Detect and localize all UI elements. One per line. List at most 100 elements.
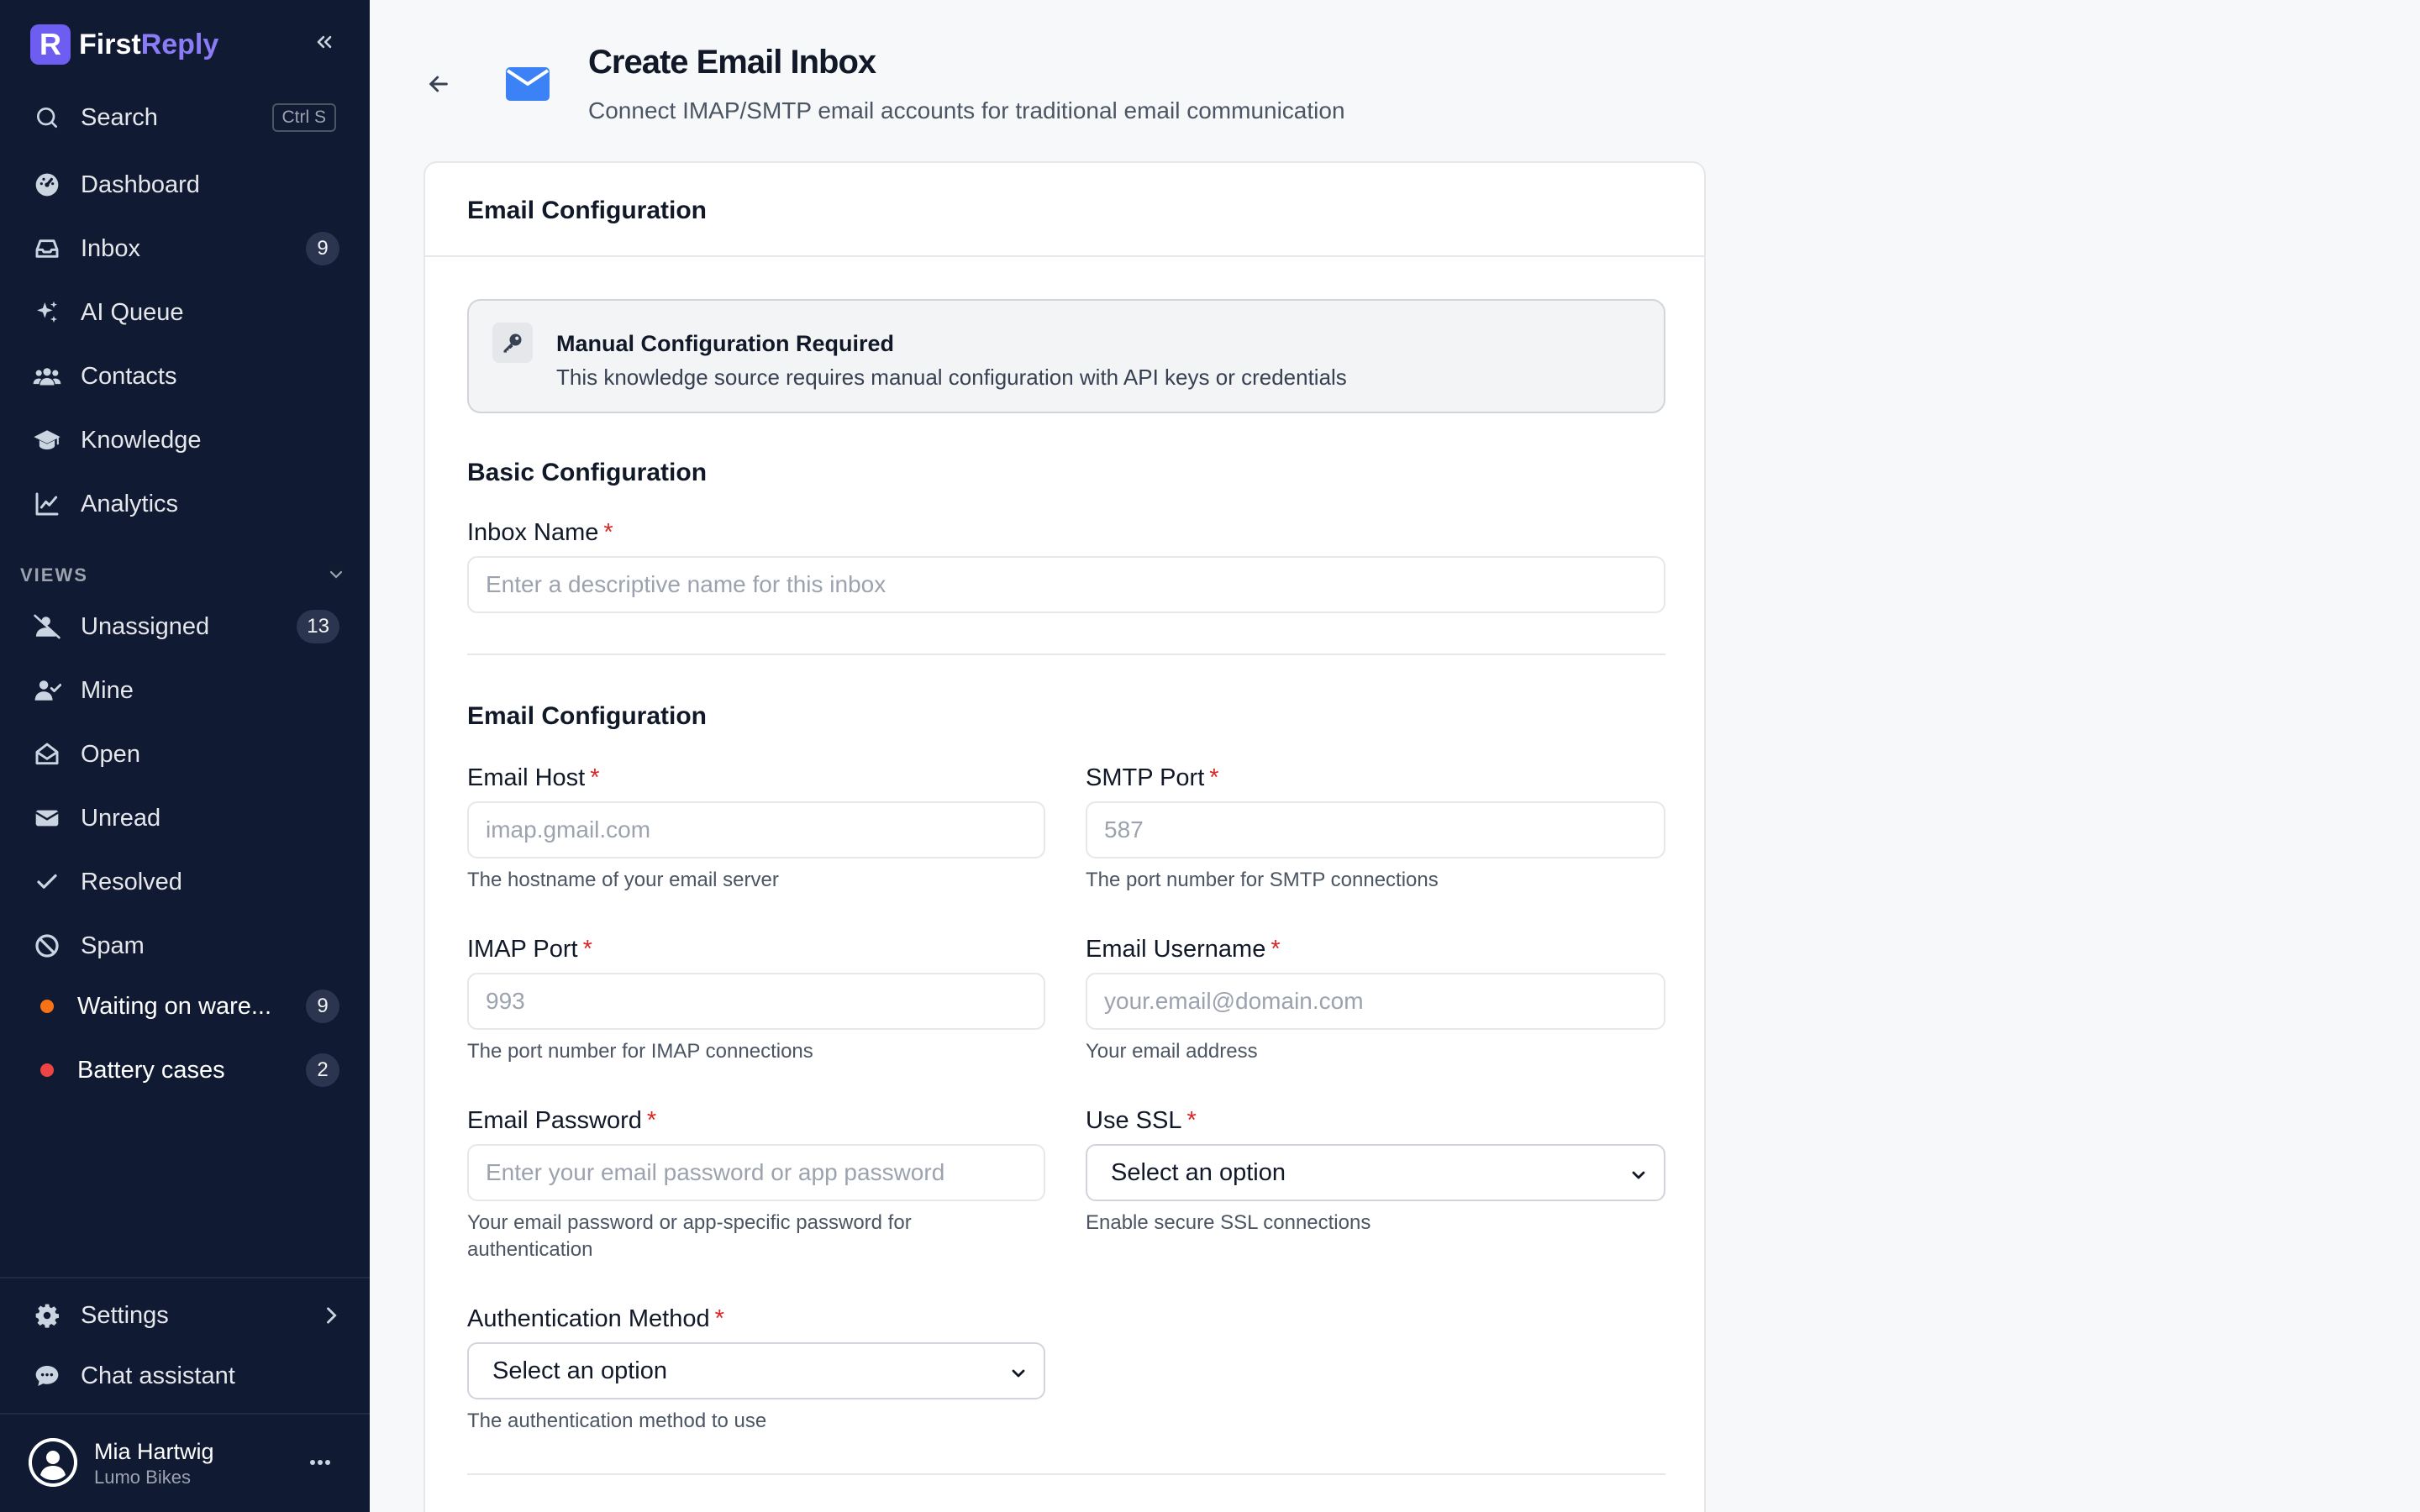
field-label-text: Inbox Name (467, 519, 599, 546)
sidebar-item-label: AI Queue (81, 298, 184, 326)
arrow-left-icon (429, 76, 448, 92)
field-label-text: Email Host (467, 764, 586, 791)
sidebar-item-analytics[interactable]: Analytics (20, 477, 350, 531)
envelope-open-icon (30, 738, 64, 771)
ban-icon (30, 929, 64, 963)
imap-port-input[interactable] (467, 973, 1045, 1030)
email-password-label: Email Password * (467, 1107, 656, 1135)
sidebar-item-settings[interactable]: Settings (20, 1289, 350, 1342)
field-label-text: Authentication Method (467, 1305, 710, 1332)
users-icon (30, 360, 64, 393)
more-options-button[interactable] (308, 1450, 333, 1475)
sidebar: R FirstReply Search Ctrl S Dashboard Inb… (0, 0, 370, 1512)
search-button[interactable]: Search Ctrl S (20, 91, 350, 144)
sidebar-item-inbox[interactable]: Inbox 9 (20, 222, 350, 276)
sidebar-item-label: Spam (81, 932, 145, 959)
sidebar-item-label: Open (81, 740, 140, 768)
brand-logo[interactable]: R FirstReply (30, 24, 218, 66)
page-title: Create Email Inbox (588, 44, 876, 81)
sidebar-item-label: Battery cases (77, 1056, 225, 1084)
sidebar-item-label: Settings (81, 1301, 169, 1329)
sidebar-item-label: Chat assistant (81, 1362, 235, 1389)
search-label: Search (81, 103, 158, 131)
use-ssl-label: Use SSL * (1086, 1107, 1197, 1135)
sidebar-item-contacts[interactable]: Contacts (20, 349, 350, 403)
battery-cases-count-badge: 2 (306, 1053, 339, 1087)
sidebar-item-open[interactable]: Open (20, 727, 350, 781)
back-button[interactable] (420, 66, 457, 102)
auth-method-select[interactable]: Select an option (467, 1342, 1045, 1399)
user-check-icon (30, 674, 64, 707)
use-ssl-select[interactable]: Select an option (1086, 1144, 1665, 1201)
email-configuration-card: Email Configuration Manual Configuration… (424, 161, 1706, 1512)
sidebar-item-ai-queue[interactable]: AI Queue (20, 286, 350, 339)
sidebar-item-dashboard[interactable]: Dashboard (20, 158, 350, 212)
required-marker: * (646, 1107, 657, 1134)
required-marker: * (603, 519, 613, 546)
alert-title: Manual Configuration Required (556, 331, 894, 356)
email-password-input[interactable] (467, 1144, 1045, 1201)
required-marker: * (1209, 764, 1219, 791)
sidebar-item-waiting-on-warehouse[interactable]: Waiting on ware... 9 (20, 979, 350, 1033)
sidebar-item-unassigned[interactable]: Unassigned 13 (20, 600, 350, 654)
required-marker: * (714, 1305, 724, 1332)
chart-line-icon (30, 487, 64, 521)
select-value: Select an option (1111, 1158, 1286, 1186)
search-icon (30, 101, 64, 134)
brand-name: FirstReply (79, 29, 218, 61)
sidebar-item-label: Unassigned (81, 612, 210, 640)
sidebar-item-label: Unread (81, 804, 161, 832)
inbox-name-input[interactable] (467, 556, 1665, 613)
email-host-input[interactable] (467, 801, 1045, 858)
avatar[interactable] (29, 1438, 77, 1487)
alert-description: This knowledge source requires manual co… (556, 365, 1347, 390)
use-ssl-help: Enable secure SSL connections (1086, 1211, 1371, 1234)
sidebar-item-label: Dashboard (81, 171, 200, 198)
sidebar-item-spam[interactable]: Spam (20, 919, 350, 973)
required-marker: * (1270, 936, 1281, 963)
sidebar-item-chat-assistant[interactable]: Chat assistant (20, 1349, 350, 1403)
waiting-count-badge: 9 (306, 990, 339, 1023)
inbox-count-badge: 9 (306, 232, 339, 265)
ellipsis-icon (310, 1460, 330, 1465)
field-label-text: SMTP Port (1086, 764, 1205, 791)
sidebar-item-label: Knowledge (81, 426, 202, 454)
sidebar-item-resolved[interactable]: Resolved (20, 855, 350, 909)
unassigned-count-badge: 13 (297, 610, 339, 643)
envelope-icon (504, 64, 551, 104)
sparkles-icon (30, 296, 64, 329)
smtp-port-label: SMTP Port * (1086, 764, 1219, 792)
sidebar-item-battery-cases[interactable]: Battery cases 2 (20, 1043, 350, 1097)
collapse-sidebar-button[interactable] (309, 27, 339, 57)
brand-name-part2: Reply (140, 28, 219, 60)
chat-bubble-icon (30, 1359, 64, 1393)
brand-name-part1: First (79, 28, 141, 60)
email-username-help: Your email address (1086, 1040, 1258, 1063)
chevron-down-icon (1628, 1164, 1649, 1192)
graduation-cap-icon (30, 423, 64, 457)
user-slash-icon (30, 610, 64, 643)
sidebar-item-label: Inbox (81, 234, 140, 262)
email-username-input[interactable] (1086, 973, 1665, 1030)
field-label-text: Email Username (1086, 936, 1266, 963)
select-value: Select an option (492, 1357, 667, 1384)
sidebar-item-mine[interactable]: Mine (20, 664, 350, 717)
email-configuration-title: Email Configuration (467, 702, 707, 730)
chevron-down-icon (1008, 1362, 1028, 1390)
search-shortcut: Ctrl S (271, 103, 336, 132)
check-icon (30, 865, 64, 899)
required-marker: * (582, 936, 592, 963)
card-title: Email Configuration (467, 197, 707, 224)
email-host-label: Email Host * (467, 764, 600, 792)
sidebar-item-label: Contacts (81, 362, 177, 390)
email-password-help: Your email password or app-specific pass… (467, 1211, 912, 1261)
sidebar-item-knowledge[interactable]: Knowledge (20, 413, 350, 467)
auth-method-help: The authentication method to use (467, 1410, 767, 1432)
required-marker: * (590, 764, 600, 791)
user-name: Mia Hartwig (94, 1439, 214, 1464)
imap-port-label: IMAP Port * (467, 936, 592, 963)
views-section-header[interactable]: VIEWS (20, 563, 350, 588)
sidebar-item-label: Waiting on ware... (77, 992, 272, 1020)
smtp-port-input[interactable] (1086, 801, 1665, 858)
sidebar-item-unread[interactable]: Unread (20, 791, 350, 845)
